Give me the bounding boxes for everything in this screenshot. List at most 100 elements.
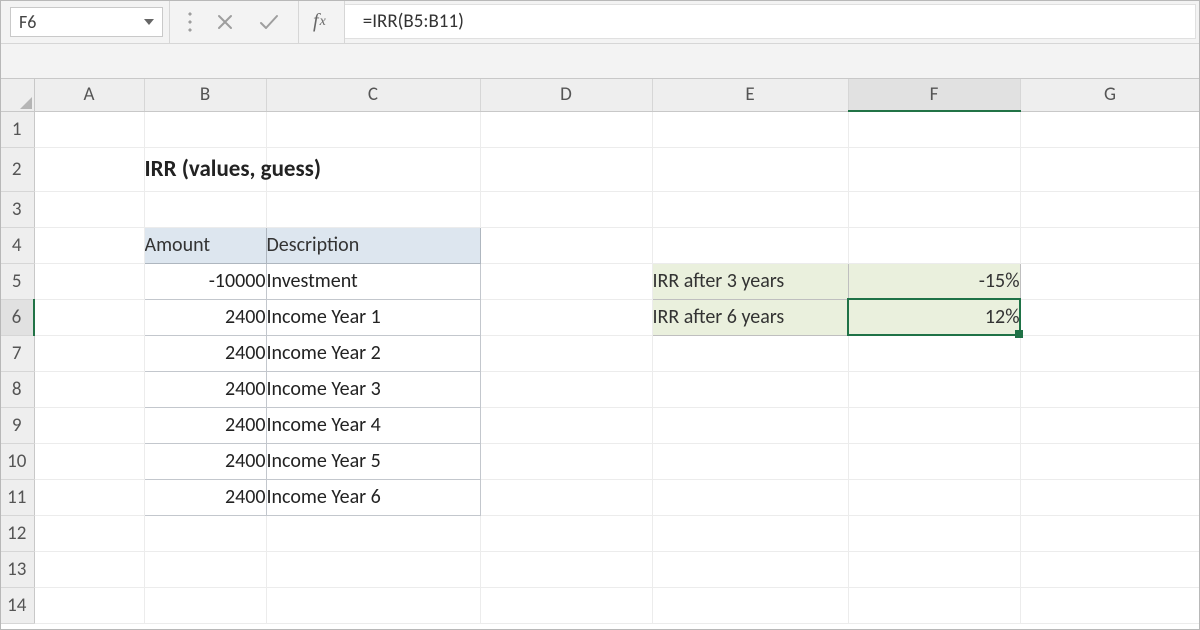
- cell-A2[interactable]: [34, 147, 144, 191]
- cell-C5[interactable]: Investment: [266, 263, 480, 299]
- cell-G3[interactable]: [1020, 191, 1200, 227]
- cell-G10[interactable]: [1020, 443, 1200, 479]
- cell-D6[interactable]: [480, 299, 652, 335]
- fx-icon[interactable]: fx: [299, 0, 345, 43]
- cell-G2[interactable]: [1020, 147, 1200, 191]
- cell-B11[interactable]: 2400: [144, 479, 266, 515]
- cell-E1[interactable]: [652, 111, 848, 147]
- cell-C14[interactable]: [266, 587, 480, 623]
- cell-E4[interactable]: [652, 227, 848, 263]
- cell-G11[interactable]: [1020, 479, 1200, 515]
- cell-E9[interactable]: [652, 407, 848, 443]
- cell-B13[interactable]: [144, 551, 266, 587]
- cell-G8[interactable]: [1020, 371, 1200, 407]
- cell-B14[interactable]: [144, 587, 266, 623]
- cell-E11[interactable]: [652, 479, 848, 515]
- cell-G1[interactable]: [1020, 111, 1200, 147]
- cell-B9[interactable]: 2400: [144, 407, 266, 443]
- cell-D8[interactable]: [480, 371, 652, 407]
- rowhdr-12[interactable]: 12: [0, 515, 34, 551]
- cell-E3[interactable]: [652, 191, 848, 227]
- colhdr-E[interactable]: E: [652, 79, 848, 111]
- cell-A8[interactable]: [34, 371, 144, 407]
- cell-B10[interactable]: 2400: [144, 443, 266, 479]
- cell-D13[interactable]: [480, 551, 652, 587]
- cell-G13[interactable]: [1020, 551, 1200, 587]
- cell-G4[interactable]: [1020, 227, 1200, 263]
- select-all-button[interactable]: [0, 79, 34, 111]
- cell-C11[interactable]: Income Year 6: [266, 479, 480, 515]
- cell-B4[interactable]: Amount: [144, 227, 266, 263]
- cell-F12[interactable]: [848, 515, 1020, 551]
- cell-F10[interactable]: [848, 443, 1020, 479]
- cell-G6[interactable]: [1020, 299, 1200, 335]
- rowhdr-6[interactable]: 6: [0, 299, 34, 335]
- rowhdr-5[interactable]: 5: [0, 263, 34, 299]
- cell-A5[interactable]: [34, 263, 144, 299]
- colhdr-G[interactable]: G: [1020, 79, 1200, 111]
- colhdr-B[interactable]: B: [144, 79, 266, 111]
- cell-A4[interactable]: [34, 227, 144, 263]
- cell-G12[interactable]: [1020, 515, 1200, 551]
- formula-input[interactable]: =IRR(B5:B11): [345, 4, 1196, 39]
- cell-C12[interactable]: [266, 515, 480, 551]
- chevron-down-icon[interactable]: [144, 19, 154, 25]
- rowhdr-10[interactable]: 10: [0, 443, 34, 479]
- worksheet[interactable]: A B C D E F G 1 2 IRR (values, guess): [0, 79, 1200, 624]
- cell-A1[interactable]: [34, 111, 144, 147]
- cell-D2[interactable]: [480, 147, 652, 191]
- cell-A11[interactable]: [34, 479, 144, 515]
- cell-B3[interactable]: [144, 191, 266, 227]
- cell-C8[interactable]: Income Year 3: [266, 371, 480, 407]
- name-box[interactable]: F6: [10, 7, 163, 37]
- cell-C3[interactable]: [266, 191, 480, 227]
- cell-E13[interactable]: [652, 551, 848, 587]
- colhdr-D[interactable]: D: [480, 79, 652, 111]
- cell-E6[interactable]: IRR after 6 years: [652, 299, 848, 335]
- cell-F13[interactable]: [848, 551, 1020, 587]
- cell-E5[interactable]: IRR after 3 years: [652, 263, 848, 299]
- cell-B6[interactable]: 2400: [144, 299, 266, 335]
- cell-C10[interactable]: Income Year 5: [266, 443, 480, 479]
- cell-A9[interactable]: [34, 407, 144, 443]
- cell-F7[interactable]: [848, 335, 1020, 371]
- cell-A7[interactable]: [34, 335, 144, 371]
- rowhdr-11[interactable]: 11: [0, 479, 34, 515]
- cell-G9[interactable]: [1020, 407, 1200, 443]
- cell-A12[interactable]: [34, 515, 144, 551]
- cell-B5[interactable]: -10000: [144, 263, 266, 299]
- rowhdr-13[interactable]: 13: [0, 551, 34, 587]
- cell-C7[interactable]: Income Year 2: [266, 335, 480, 371]
- rowhdr-3[interactable]: 3: [0, 191, 34, 227]
- cell-D11[interactable]: [480, 479, 652, 515]
- cell-F6[interactable]: 12%: [848, 299, 1020, 335]
- cell-D12[interactable]: [480, 515, 652, 551]
- cell-E10[interactable]: [652, 443, 848, 479]
- cell-E2[interactable]: [652, 147, 848, 191]
- cell-C1[interactable]: [266, 111, 480, 147]
- cell-G14[interactable]: [1020, 587, 1200, 623]
- cell-C9[interactable]: Income Year 4: [266, 407, 480, 443]
- cell-C4[interactable]: Description: [266, 227, 480, 263]
- cell-E12[interactable]: [652, 515, 848, 551]
- cell-D9[interactable]: [480, 407, 652, 443]
- rowhdr-1[interactable]: 1: [0, 111, 34, 147]
- enter-icon[interactable]: [258, 13, 280, 31]
- cell-B1[interactable]: [144, 111, 266, 147]
- cell-A3[interactable]: [34, 191, 144, 227]
- cell-F4[interactable]: [848, 227, 1020, 263]
- cell-F3[interactable]: [848, 191, 1020, 227]
- cell-D5[interactable]: [480, 263, 652, 299]
- cell-D1[interactable]: [480, 111, 652, 147]
- cell-B12[interactable]: [144, 515, 266, 551]
- rowhdr-4[interactable]: 4: [0, 227, 34, 263]
- cell-D4[interactable]: [480, 227, 652, 263]
- cell-B2[interactable]: IRR (values, guess): [144, 147, 266, 191]
- cell-D3[interactable]: [480, 191, 652, 227]
- cell-F2[interactable]: [848, 147, 1020, 191]
- rowhdr-7[interactable]: 7: [0, 335, 34, 371]
- colhdr-C[interactable]: C: [266, 79, 480, 111]
- cell-C13[interactable]: [266, 551, 480, 587]
- cell-A10[interactable]: [34, 443, 144, 479]
- cell-E8[interactable]: [652, 371, 848, 407]
